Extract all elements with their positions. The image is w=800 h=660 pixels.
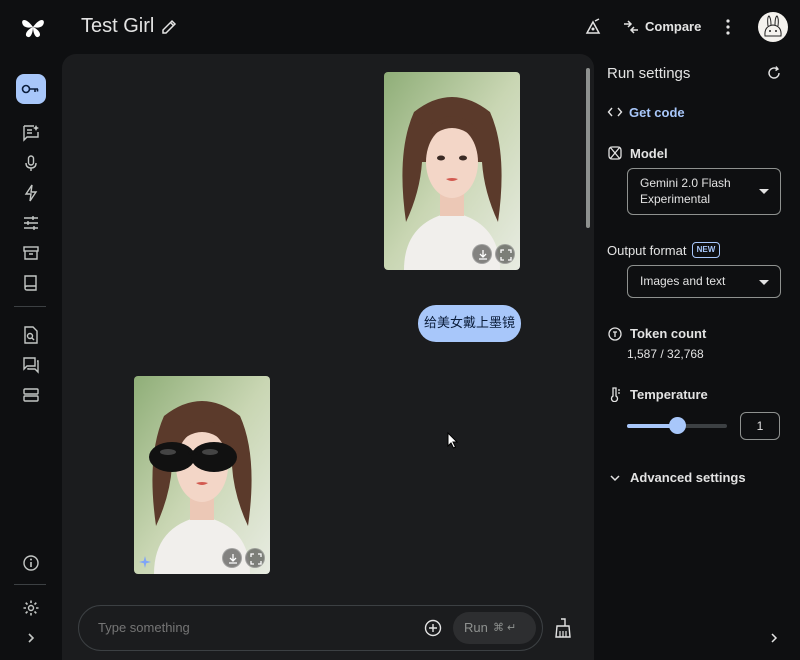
avatar[interactable] <box>758 12 788 42</box>
new-chat-prompt-icon[interactable] <box>22 124 40 142</box>
fullscreen-glyph <box>500 249 512 261</box>
nav-api-key-button[interactable] <box>16 74 46 104</box>
user-uploaded-image[interactable] <box>384 72 520 270</box>
temperature-label: Temperature <box>630 387 708 402</box>
model-select-caret-icon <box>759 189 769 194</box>
nav-divider <box>14 306 46 307</box>
chat-scrollbar[interactable] <box>586 68 590 228</box>
model-label: Model <box>630 146 668 161</box>
temperature-input[interactable]: 1 <box>740 412 780 440</box>
run-shortcut-hint: ⌘ ↵ <box>493 622 517 634</box>
output-format-select-value: Images and text <box>640 274 726 288</box>
mouse-cursor-icon <box>447 432 459 449</box>
fullscreen-icon[interactable] <box>495 244 515 264</box>
thermometer-icon <box>610 387 620 402</box>
model-atom-icon <box>608 146 622 160</box>
compare-model-icon[interactable] <box>583 17 603 37</box>
new-badge: NEW <box>692 242 720 258</box>
download-glyph <box>229 554 237 564</box>
microphone-icon[interactable] <box>22 154 40 172</box>
download-icon[interactable] <box>222 548 242 568</box>
reset-refresh-icon[interactable] <box>766 65 782 81</box>
compare-button[interactable]: Compare <box>645 19 701 34</box>
fullscreen-icon[interactable] <box>245 548 265 568</box>
download-glyph <box>479 250 487 260</box>
get-code-link[interactable]: Get code <box>629 105 685 120</box>
more-options-icon[interactable] <box>718 17 738 37</box>
token-count-label: Token count <box>630 326 707 341</box>
portrait-photo <box>384 72 520 270</box>
book-icon[interactable] <box>22 274 40 292</box>
download-icon[interactable] <box>472 244 492 264</box>
advanced-settings-toggle[interactable]: Advanced settings <box>630 470 746 485</box>
user-message-bubble[interactable]: 给美女戴上墨镜 <box>418 305 521 342</box>
settings-gear-icon[interactable] <box>22 599 40 617</box>
temperature-slider-thumb[interactable] <box>668 417 686 434</box>
chat-history-icon[interactable] <box>22 356 40 374</box>
model-select-value-line1: Gemini 2.0 Flash <box>640 176 731 190</box>
nav-divider <box>14 584 46 585</box>
edit-pencil-icon[interactable] <box>160 18 178 36</box>
clear-broom-icon[interactable] <box>553 617 573 639</box>
run-button-label: Run <box>464 620 488 635</box>
prompt-input[interactable] <box>98 620 398 635</box>
fullscreen-glyph <box>250 553 262 565</box>
add-media-plus-icon[interactable] <box>423 618 443 638</box>
ai-sparkle-icon <box>139 556 151 568</box>
key-icon <box>21 84 39 94</box>
run-settings-heading: Run settings <box>607 65 691 82</box>
left-nav <box>0 54 62 660</box>
storage-stack-icon[interactable] <box>22 386 40 404</box>
top-bar: Test Girl Compare <box>0 0 800 54</box>
token-count-icon <box>608 327 622 341</box>
info-icon[interactable] <box>22 554 40 572</box>
chevron-down-icon[interactable] <box>607 470 623 486</box>
panel-expand-chevron-icon[interactable] <box>766 630 782 646</box>
token-count-value: 1,587 / 32,768 <box>627 347 704 361</box>
lightning-icon[interactable] <box>22 184 40 202</box>
archive-box-icon[interactable] <box>22 244 40 262</box>
portrait-with-sunglasses-photo <box>134 376 270 574</box>
output-format-label: Output format <box>607 243 687 258</box>
compare-arrows-icon[interactable] <box>621 17 641 37</box>
code-brackets-icon <box>607 107 623 117</box>
output-format-caret-icon <box>759 280 769 285</box>
document-search-icon[interactable] <box>22 326 40 344</box>
avatar-bunny-icon <box>764 15 782 37</box>
model-select-value-line2: Experimental <box>640 192 711 206</box>
app-logo-icon[interactable] <box>20 14 46 40</box>
generated-image[interactable] <box>134 376 270 574</box>
expand-chevron-icon[interactable] <box>22 629 40 647</box>
page-title[interactable]: Test Girl <box>81 15 154 38</box>
tune-sliders-icon[interactable] <box>22 214 40 232</box>
